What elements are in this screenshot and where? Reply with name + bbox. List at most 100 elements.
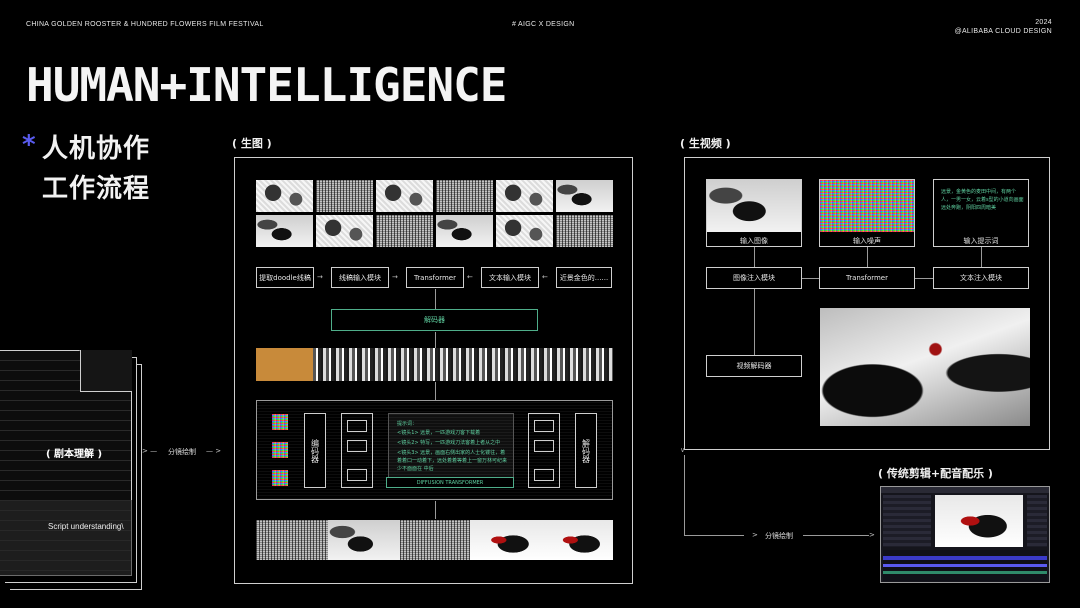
input-noise-preview [820,180,914,232]
layer-cell [347,420,367,432]
editor-toolbar [881,487,1049,493]
connector [802,278,819,279]
dit-layer-left [341,413,373,488]
arrow-icon: → [317,273,323,281]
layer-cell [534,440,554,452]
input-image-box: 输入图像 [706,179,802,247]
pipeline-node-text-input: 文本输入模块 [481,267,539,288]
editor-screenshot [880,486,1050,583]
noise-latent [272,414,288,430]
output-frame [470,520,542,560]
document-shade [0,500,132,576]
editor-inspector [1027,495,1047,547]
star-icon: * [22,130,36,160]
connector [754,289,755,355]
arrow-right-1: — > [206,447,222,455]
layer-cell [347,469,367,481]
storyboard-label-2: 分镜绘制 [765,532,793,540]
arrow-icon: ← [542,273,548,281]
connector [803,535,869,536]
connector [754,247,755,267]
layer-cell [347,440,367,452]
encoder-block: 编码器 [304,413,326,488]
video-decoder-node: 视频解码器 [706,355,802,377]
connector [435,289,436,309]
connector [435,382,436,400]
output-frame [542,520,613,560]
arrow-icon: → [392,273,398,281]
editor-preview [935,495,1023,547]
input-noise-box: 输入噪声 [819,179,915,247]
sketch-thumb [436,215,493,247]
page-title: HUMAN+INTELLIGENCE [26,58,507,112]
pipeline-node-prompt: 近景金色的...... [556,267,612,288]
generated-video-still [820,308,1030,426]
editor-timeline [883,550,1047,581]
arrow-right-2: > [869,531,875,539]
output-frame [256,520,328,560]
transformer-module: Transformer [819,267,915,289]
decoder-node: 解码器 [331,309,538,331]
input-image-preview [707,180,801,232]
pipeline-node-doodle: 提取doodle线稿 [256,267,314,288]
input-prompt-text: 远景，金黄色的麦田中间，有两个人，一男一女，云着s型的小道向画面远处奔跑，阴阳四… [941,189,1024,211]
connector [435,501,436,519]
script-document-stack: ( 剧本理解 ) Script understanding\ [0,350,150,590]
output-frame [328,520,400,560]
layer-cell [534,469,554,481]
arrow-icon: ← [467,273,473,281]
input-prompt-label: 输入提示词 [963,237,999,245]
brand-label: @ALIBABA CLOUD DESIGN [954,28,1052,35]
festival-name: CHINA GOLDEN ROOSTER & HUNDRED FLOWERS F… [26,21,264,28]
year-label: 2024 [1035,19,1052,26]
sketch-thumb [556,215,613,247]
subtitle-line-2: 工作流程 [42,174,151,204]
sketch-thumb [376,180,433,212]
arrow-left-2: > [752,531,758,539]
decoder-block: 解码器 [575,413,597,488]
connector [684,455,685,535]
pipeline-node-sketch-input: 线稿输入模块 [331,267,389,288]
script-label: ( 剧本理解 ) [46,449,103,460]
frames-strip [256,348,613,381]
sketch-thumb [496,215,553,247]
video-gen-section-label: ( 生视频 ) [680,137,731,150]
image-gen-section-label: ( 生图 ) [232,137,272,150]
noise-latent [272,470,288,486]
sketch-thumb [316,215,373,247]
layer-cell [534,420,554,432]
document-folded-corner [80,350,132,392]
script-caption: Script understanding\ [48,522,124,531]
pipeline-node-transformer: Transformer [406,267,464,288]
arrow-left-1: > — [142,447,158,455]
sketch-thumb [496,180,553,212]
sketch-thumb [376,215,433,247]
prompt-line-2: <镜头2> 特写，一匹游戏刀法客着上者从之中 [397,440,501,446]
sketch-thumb [436,180,493,212]
input-prompt-box: 远景，金黄色的麦田中间，有两个人，一男一女，云着s型的小道向画面远处奔跑，阴阳四… [933,179,1029,247]
subtitle-line-1: 人机协作 [42,134,151,164]
image-inject-module: 图像注入模块 [706,267,802,289]
connector [684,535,744,536]
text-inject-module: 文本注入模块 [933,267,1029,289]
editing-section-label: ( 传统剪辑+配音配乐 ) [878,467,993,480]
storyboard-label-1: 分镜绘制 [168,448,196,456]
noise-latent [272,442,288,458]
sketch-thumb [316,180,373,212]
connector [435,332,436,348]
dit-layer-right [528,413,560,488]
input-noise-label: 输入噪声 [853,237,881,245]
prompt-line-3: <镜头3> 远景，画面右侧出家的人士化镂往，着着着口一动着下，远处着着等着上一窗… [397,450,508,472]
dit-label: DIFFUSION TRANSFORMER [386,477,514,488]
editor-media-panel [883,495,931,547]
sketch-thumb [556,180,613,212]
sketch-thumb [256,215,313,247]
chevron-down-icon: ∨ [680,446,686,454]
input-image-label: 输入图像 [740,237,768,245]
connector [915,278,933,279]
prompt-title: 提示词： [397,421,418,427]
tag-label: # AIGC X DESIGN [512,21,575,28]
connector [981,247,982,267]
connector [867,247,868,267]
sketch-thumb [256,180,313,212]
